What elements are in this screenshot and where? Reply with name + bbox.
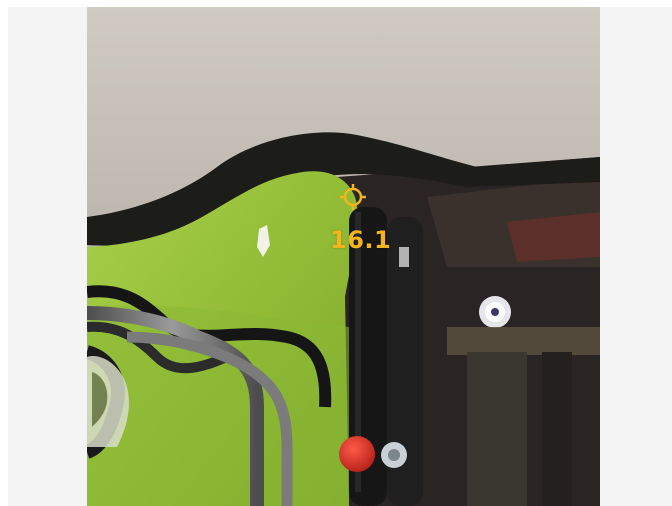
thermal-photo[interactable] xyxy=(87,7,600,506)
photo-scene xyxy=(87,7,600,506)
temperature-readout: 16.1 xyxy=(330,226,392,254)
crosshair-target-icon xyxy=(340,184,366,210)
